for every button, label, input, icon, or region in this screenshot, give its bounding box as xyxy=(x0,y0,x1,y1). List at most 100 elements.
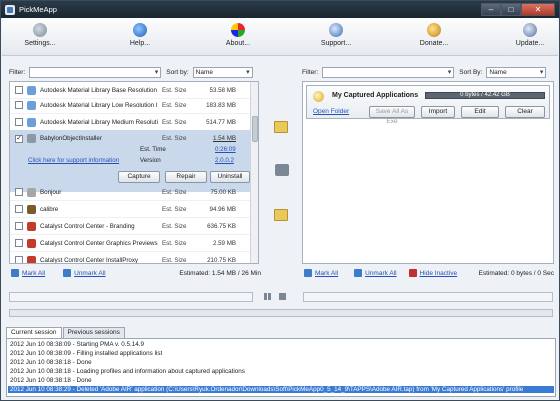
app-icon xyxy=(27,238,36,248)
close-button[interactable]: ✕ xyxy=(521,3,555,16)
capture-arrow-icon[interactable] xyxy=(274,121,288,133)
app-name: Catalyst Control Center InstallProxy xyxy=(40,256,139,264)
app-icon xyxy=(27,134,36,143)
app-size: 53.58 MB xyxy=(209,86,236,94)
settings-label: Settings... xyxy=(24,40,56,47)
right-sort-select[interactable]: Name xyxy=(486,66,547,78)
row-checkbox-checked[interactable]: ✓ xyxy=(15,134,23,143)
est-size-label: Est. Size xyxy=(162,222,187,230)
capture-button[interactable]: Capture xyxy=(118,171,160,183)
left-sort-select[interactable]: Name xyxy=(192,66,253,78)
version-value: 2.0.0.2 xyxy=(215,157,234,164)
save-all-as-exe-button[interactable]: Save All As Exe xyxy=(369,106,415,125)
right-filter-label: Filter: xyxy=(302,68,319,76)
right-filter-input[interactable] xyxy=(322,66,455,78)
row-checkbox[interactable] xyxy=(15,239,23,247)
support-button[interactable]: Support... xyxy=(306,21,366,54)
est-size-label: Est. Size xyxy=(162,118,187,126)
unmark-all-link[interactable]: Unmark All xyxy=(74,270,105,277)
log-line: 2012 Jun 10 08:38:09 - Starting PMA v. 0… xyxy=(10,341,144,348)
left-estimated-text: Estimated: 1.54 MB / 26 Min xyxy=(179,269,261,277)
clear-button[interactable]: Clear xyxy=(505,106,545,118)
capacity-text: 0 bytes / 42.42 GB xyxy=(460,92,510,98)
right-filter-bar: Filter: Sort By: Name xyxy=(302,65,552,79)
support-link[interactable]: Click here for support information xyxy=(28,157,119,164)
est-time-value: 0:26:09 xyxy=(215,146,236,153)
right-mark-all-link[interactable]: Mark All xyxy=(315,270,338,277)
repair-button[interactable]: Repair xyxy=(165,171,207,183)
row-checkbox[interactable] xyxy=(15,256,23,263)
log-line: 2012 Jun 10 08:38:18 - Done xyxy=(10,377,92,384)
app-name: Autodesk Material Library Low Resolution… xyxy=(40,101,158,109)
about-icon xyxy=(231,23,245,37)
maximize-button[interactable]: □ xyxy=(501,3,521,16)
help-button[interactable]: Help... xyxy=(110,21,170,54)
folder-icon[interactable] xyxy=(275,164,289,176)
app-icon xyxy=(27,100,36,110)
app-icon xyxy=(27,187,36,197)
list-item[interactable]: Autodesk Material Library Medium Resolut… xyxy=(10,114,258,131)
mark-all-icon xyxy=(304,269,312,277)
profile-icon xyxy=(313,91,324,102)
list-item[interactable]: Catalyst Control Center Graphics Preview… xyxy=(10,235,258,252)
mark-all-link[interactable]: Mark All xyxy=(22,270,45,277)
list-item[interactable]: calibre Est. Size 94.96 MB xyxy=(10,201,258,218)
uninstall-button[interactable]: Uninstall xyxy=(210,171,250,183)
row-checkbox[interactable] xyxy=(15,188,23,196)
list-item[interactable]: Catalyst Control Center InstallProxy Est… xyxy=(10,252,258,264)
mark-all-icon xyxy=(11,269,19,277)
profile-header: My Captured Applications 0 bytes / 42.42… xyxy=(306,85,550,125)
app-icon xyxy=(27,255,36,263)
app-name: Catalyst Control Center - Branding xyxy=(40,222,135,230)
app-icon xyxy=(5,4,15,15)
help-icon xyxy=(133,23,147,37)
list-item[interactable]: Bonjour Est. Size 75.00 KB xyxy=(10,184,258,201)
left-sort-label: Sort by: xyxy=(166,68,189,76)
capacity-bar: 0 bytes / 42.42 GB xyxy=(425,92,545,99)
session-log: 2012 Jun 10 08:38:09 - Starting PMA v. 0… xyxy=(6,338,556,397)
update-label: Update... xyxy=(515,40,545,47)
app-size: 636.75 KB xyxy=(207,222,236,230)
app-name: Catalyst Control Center Graphics Preview… xyxy=(40,239,158,247)
installed-apps-list: Autodesk Material Library Base Resolutio… xyxy=(9,81,259,264)
settings-button[interactable]: Settings... xyxy=(10,21,70,54)
minimize-button[interactable]: – xyxy=(481,3,501,16)
app-size: 94.96 MB xyxy=(209,205,236,213)
support-label: Support... xyxy=(320,40,352,47)
app-size: 210.75 KB xyxy=(207,256,236,264)
row-checkbox[interactable] xyxy=(15,222,23,230)
donate-icon xyxy=(427,23,441,37)
window-title: PickMeApp xyxy=(19,5,57,14)
open-folder-link[interactable]: Open Folder xyxy=(313,108,349,115)
hide-inactive-link[interactable]: Hide Inactive xyxy=(420,270,458,277)
list-item[interactable]: Autodesk Material Library Low Resolution… xyxy=(10,97,258,114)
pause-icon[interactable] xyxy=(264,293,267,300)
import-button[interactable]: Import xyxy=(421,106,455,118)
tab-current-session[interactable]: Current session xyxy=(6,327,62,338)
right-unmark-all-link[interactable]: Unmark All xyxy=(365,270,396,277)
unmark-all-icon xyxy=(354,269,363,277)
stop-icon[interactable] xyxy=(279,293,286,300)
row-checkbox[interactable] xyxy=(15,118,23,126)
donate-button[interactable]: Donate... xyxy=(404,21,464,54)
update-button[interactable]: Update... xyxy=(500,21,560,54)
list-item[interactable]: Catalyst Control Center - Branding Est. … xyxy=(10,218,258,235)
row-checkbox[interactable] xyxy=(15,86,23,94)
log-line: 2012 Jun 10 08:38:18 - Loading profiles … xyxy=(10,368,245,375)
about-button[interactable]: About... xyxy=(208,21,268,54)
restore-arrow-icon[interactable] xyxy=(274,209,288,221)
selected-list-item[interactable]: ✓ BabylonObjectInstaller Est. Size 1.54 … xyxy=(10,130,258,147)
left-filter-input[interactable] xyxy=(29,66,162,78)
row-checkbox[interactable] xyxy=(15,205,23,213)
tab-previous-sessions[interactable]: Previous sessions xyxy=(62,327,125,338)
app-icon xyxy=(27,204,36,214)
selected-app-details: ✓ BabylonObjectInstaller Est. Size 1.54 … xyxy=(10,130,258,192)
left-list-scrollbar[interactable] xyxy=(250,82,258,263)
about-label: About... xyxy=(225,40,251,47)
edit-button[interactable]: Edit xyxy=(461,106,499,118)
app-name: BabylonObjectInstaller xyxy=(40,135,102,142)
separator-bar xyxy=(9,309,553,317)
row-checkbox[interactable] xyxy=(15,101,23,109)
scrollbar-thumb[interactable] xyxy=(252,116,258,142)
est-size-label: Est. Size xyxy=(162,256,187,264)
